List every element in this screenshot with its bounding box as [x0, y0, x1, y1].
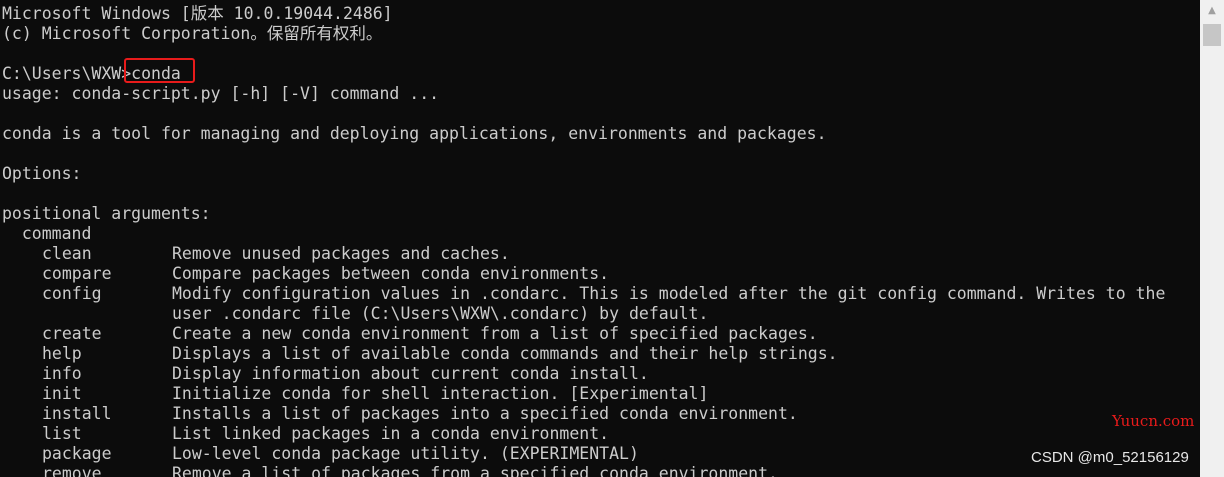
command-name: info	[42, 364, 82, 383]
csdn-watermark: CSDN @m0_52156129	[1031, 449, 1189, 466]
command-name: create	[42, 324, 102, 343]
command-name: remove	[42, 464, 102, 477]
triangle-up-icon[interactable]: ▲	[1200, 0, 1224, 22]
command-desc: Create a new conda environment from a li…	[172, 324, 818, 343]
copyright-line: (c) Microsoft Corporation。保留所有权利。	[2, 24, 383, 43]
command-name: compare	[42, 264, 112, 283]
yuucn-watermark: Yuucn.com	[1112, 412, 1195, 430]
version-line: Microsoft Windows [版本 10.0.19044.2486]	[2, 4, 393, 23]
description-line: conda is a tool for managing and deployi…	[2, 124, 827, 143]
command-desc: Displays a list of available conda comma…	[172, 344, 838, 363]
command-name: init	[42, 384, 82, 403]
command-desc: Initialize conda for shell interaction. …	[172, 384, 709, 403]
command-name: list	[42, 424, 82, 443]
usage-line: usage: conda-script.py [-h] [-V] command…	[2, 84, 440, 103]
command-name: help	[42, 344, 82, 363]
command-desc: Modify configuration values in .condarc.…	[172, 284, 1166, 303]
command-name: install	[42, 404, 112, 423]
command-heading: command	[2, 224, 92, 243]
command-desc: Low-level conda package utility. (EXPERI…	[172, 444, 639, 463]
positional-heading: positional arguments:	[2, 204, 211, 223]
vertical-scrollbar[interactable]: ▲	[1200, 0, 1224, 477]
command-desc: Installs a list of packages into a speci…	[172, 404, 798, 423]
command-desc: Remove a list of packages from a specifi…	[172, 464, 778, 477]
console-output-area[interactable]: Microsoft Windows [版本 10.0.19044.2486] (…	[0, 0, 1200, 477]
command-desc: user .condarc file (C:\Users\WXW\.condar…	[172, 304, 709, 323]
command-name: package	[42, 444, 112, 463]
options-heading: Options:	[2, 164, 82, 183]
command-desc: List linked packages in a conda environm…	[172, 424, 610, 443]
command-desc: Compare packages between conda environme…	[172, 264, 610, 283]
command-name: clean	[42, 244, 92, 263]
command-name: config	[42, 284, 102, 303]
command-highlight-box	[124, 58, 195, 83]
scrollbar-thumb[interactable]	[1203, 24, 1221, 46]
prompt-path: C:\Users\WXW>	[2, 64, 132, 83]
command-desc: Display information about current conda …	[172, 364, 649, 383]
command-desc: Remove unused packages and caches.	[172, 244, 510, 263]
console-window: Microsoft Windows [版本 10.0.19044.2486] (…	[0, 0, 1224, 477]
